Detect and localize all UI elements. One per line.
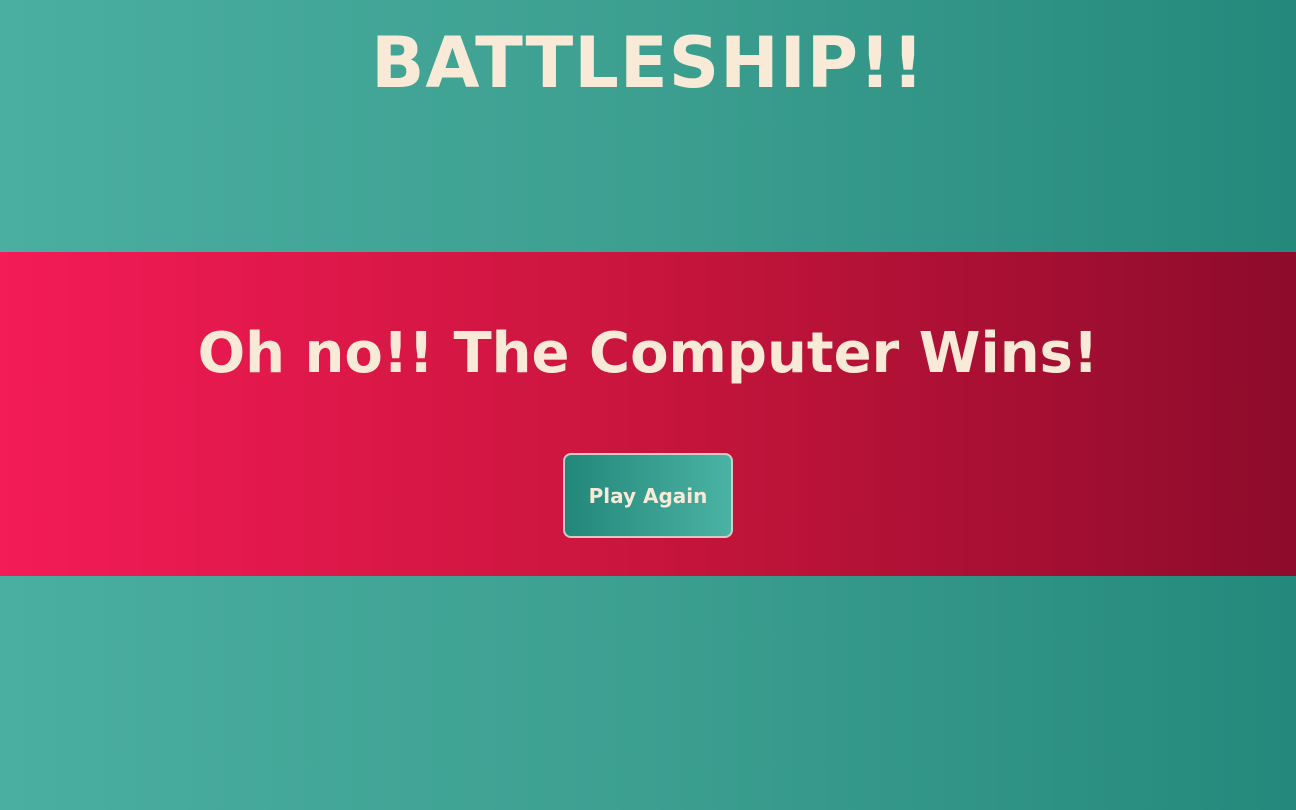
play-again-button[interactable]: Play Again bbox=[563, 453, 733, 538]
game-result-message: Oh no!! The Computer Wins! bbox=[197, 321, 1099, 386]
game-title: BATTLESHIP!! bbox=[371, 22, 925, 104]
